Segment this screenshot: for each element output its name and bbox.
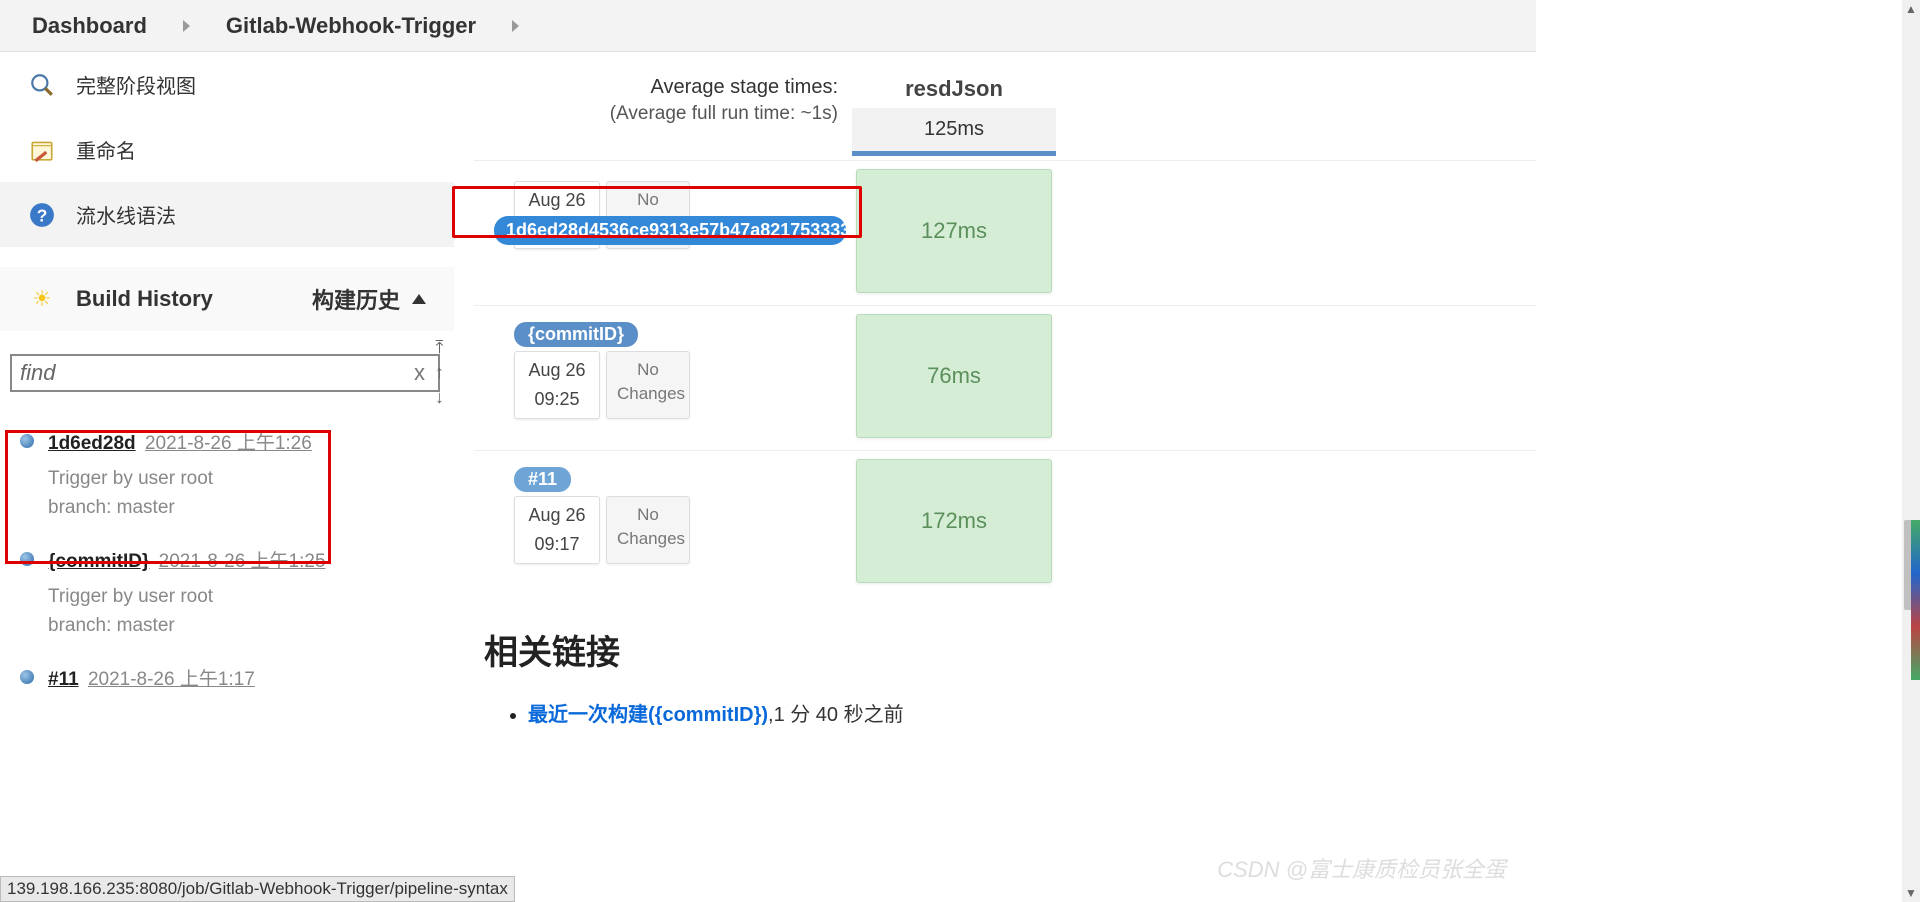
commit-hash-pill[interactable]: 1d6ed28d4536ce9313e57b47a821753333a <box>494 216 846 245</box>
stage-cell[interactable]: 76ms <box>856 314 1052 438</box>
sidebar-item-label: 重命名 <box>76 135 136 164</box>
sidebar-item-rename[interactable]: 重命名 <box>0 117 454 182</box>
build-datetime: 2021-8-26 上午1:26 <box>145 433 312 454</box>
build-id[interactable]: {commitID} <box>48 551 149 572</box>
stage-view: Average stage times: (Average full run t… <box>474 56 1536 591</box>
run-date: Aug 2609:17 <box>514 496 600 564</box>
sidebar-item-pipeline-syntax[interactable]: ? 流水线语法 <box>0 182 454 247</box>
sidebar-item-full-stage-view[interactable]: 完整阶段视图 <box>0 52 454 117</box>
status-bar: 139.198.166.235:8080/job/Gitlab-Webhook-… <box>0 876 515 902</box>
chevron-right-icon <box>512 20 519 32</box>
related-links: 相关链接 最近一次构建({commitID}),1 分 40 秒之前 <box>484 625 1536 727</box>
notepad-icon <box>28 136 56 164</box>
sun-icon: ☀ <box>28 285 56 313</box>
help-icon: ? <box>28 201 56 229</box>
run-pill[interactable]: {commitID} <box>514 322 638 347</box>
build-history-header[interactable]: ☀ Build History 构建历史 <box>0 267 454 331</box>
build-history-item[interactable]: 1d6ed28d 2021-8-26 上午1:26 Trigger by use… <box>6 418 454 536</box>
chevron-up-icon <box>412 294 426 304</box>
breadcrumb-job[interactable]: Gitlab-Webhook-Trigger <box>226 13 476 39</box>
chevron-right-icon <box>183 20 190 32</box>
build-desc: Trigger by user rootbranch: master <box>48 465 436 522</box>
svg-text:?: ? <box>37 205 48 225</box>
build-id[interactable]: #11 <box>48 669 79 690</box>
scrollbar-vertical[interactable]: ▲ ▼ <box>1902 0 1920 902</box>
run-changes[interactable]: NoChanges <box>606 496 690 564</box>
related-heading: 相关链接 <box>484 625 1536 674</box>
clear-icon[interactable]: x <box>414 360 425 386</box>
build-desc: Trigger by user rootbranch: master <box>48 583 436 640</box>
build-datetime: 2021-8-26 上午1:25 <box>159 551 326 572</box>
sidebar-item-label: 流水线语法 <box>76 200 176 229</box>
stage-run-row[interactable]: #11 Aug 2609:17 NoChanges 172ms <box>474 450 1536 591</box>
stage-avg-time: 125ms <box>852 108 1056 156</box>
build-datetime: 2021-8-26 上午1:17 <box>88 669 255 690</box>
related-link[interactable]: 最近一次构建({commitID}) <box>528 704 768 726</box>
build-history-title-en: Build History <box>76 286 312 312</box>
scroll-down-icon[interactable]: ▼ <box>1902 884 1920 902</box>
sidebar-item-label: 完整阶段视图 <box>76 70 196 99</box>
breadcrumb: Dashboard Gitlab-Webhook-Trigger <box>0 0 1536 52</box>
run-pill[interactable]: #11 <box>514 467 571 492</box>
build-status-ball-icon <box>20 670 34 684</box>
run-changes[interactable]: NoChanges <box>606 351 690 419</box>
stage-name: resdJson <box>852 56 1056 108</box>
build-history-item[interactable]: {commitID} 2021-8-26 上午1:25 Trigger by u… <box>6 536 454 654</box>
build-id[interactable]: 1d6ed28d <box>48 433 136 454</box>
related-link-item: 最近一次构建({commitID}),1 分 40 秒之前 <box>528 698 1536 727</box>
arrow-down-icon[interactable]: ↓ <box>435 387 444 408</box>
build-history-item[interactable]: #11 2021-8-26 上午1:17 <box>6 654 454 705</box>
breadcrumb-dashboard[interactable]: Dashboard <box>32 13 147 39</box>
sort-arrows: ⤒ ↑ ↓ <box>435 337 444 408</box>
watermark: CSDN @富士康质检员张全蛋 <box>1217 852 1506 884</box>
stage-cell[interactable]: 127ms <box>856 169 1052 293</box>
build-history-title-cn: 构建历史 <box>312 283 400 315</box>
arrow-up-icon[interactable]: ↑ <box>435 362 444 383</box>
stage-cell[interactable]: 172ms <box>856 459 1052 583</box>
run-date: Aug 2609:25 <box>514 351 600 419</box>
main-content: Average stage times: (Average full run t… <box>454 52 1536 727</box>
scroll-up-icon[interactable]: ▲ <box>1902 0 1920 18</box>
build-status-ball-icon <box>20 434 34 448</box>
minimap-icon <box>1911 520 1920 680</box>
arrow-top-icon[interactable]: ⤒ <box>436 337 444 358</box>
build-history-search-input[interactable] <box>10 354 440 392</box>
build-status-ball-icon <box>20 552 34 566</box>
sidebar: 完整阶段视图 重命名 ? 流水线语法 ☀ Build History 构建历史 … <box>0 52 454 705</box>
stage-avg-label: Average stage times: (Average full run t… <box>474 56 852 156</box>
build-history-list: 1d6ed28d 2021-8-26 上午1:26 Trigger by use… <box>0 414 454 705</box>
magnifier-icon <box>28 71 56 99</box>
stage-run-row[interactable]: {commitID} Aug 2609:25 NoChanges 76ms <box>474 305 1536 446</box>
